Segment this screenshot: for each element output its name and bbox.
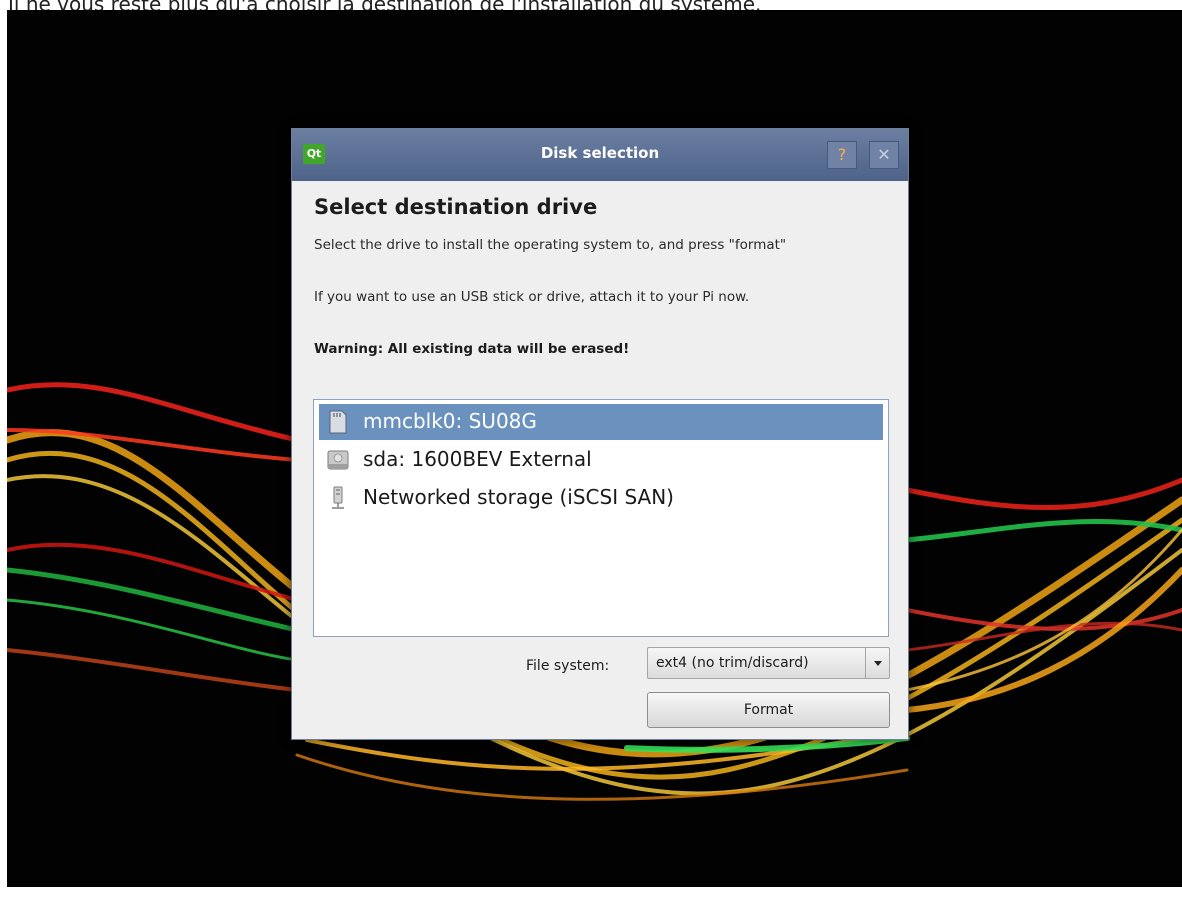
help-button[interactable]: ? xyxy=(827,141,857,169)
drive-item-sda[interactable]: sda: 1600BEV External xyxy=(319,442,883,478)
drive-item-mmcblk0[interactable]: mmcblk0: SU08G xyxy=(319,404,883,440)
close-button[interactable]: ✕ xyxy=(869,141,899,169)
usb-hint-text: If you want to use an USB stick or drive… xyxy=(314,289,750,305)
file-system-value: ext4 (no trim/discard) xyxy=(656,655,809,671)
drive-item-label: sda: 1600BEV External xyxy=(363,447,592,471)
desktop-background: Qt Disk selection ? ✕ Select destination… xyxy=(7,10,1182,887)
file-system-select[interactable]: ext4 (no trim/discard) xyxy=(647,647,890,679)
page-heading: Select destination drive xyxy=(314,195,598,219)
hard-drive-icon xyxy=(327,450,349,470)
drive-item-label: mmcblk0: SU08G xyxy=(363,409,537,433)
drive-list[interactable]: mmcblk0: SU08G sda: 1600BEV External Net… xyxy=(313,399,889,637)
warning-text: Warning: All existing data will be erase… xyxy=(314,341,630,357)
instruction-text: Select the drive to install the operatin… xyxy=(314,237,787,253)
dialog-titlebar[interactable]: Qt Disk selection ? ✕ xyxy=(292,129,908,181)
chevron-down-icon[interactable] xyxy=(865,648,889,678)
drive-item-network[interactable]: Networked storage (iSCSI SAN) xyxy=(319,480,883,516)
disk-selection-dialog: Qt Disk selection ? ✕ Select destination… xyxy=(291,128,909,740)
format-button[interactable]: Format xyxy=(647,692,890,728)
drive-item-label: Networked storage (iSCSI SAN) xyxy=(363,485,674,509)
file-system-label: File system: xyxy=(526,658,610,674)
network-storage-icon xyxy=(332,486,344,509)
sd-card-icon xyxy=(329,410,347,434)
dialog-title: Disk selection xyxy=(540,144,660,162)
